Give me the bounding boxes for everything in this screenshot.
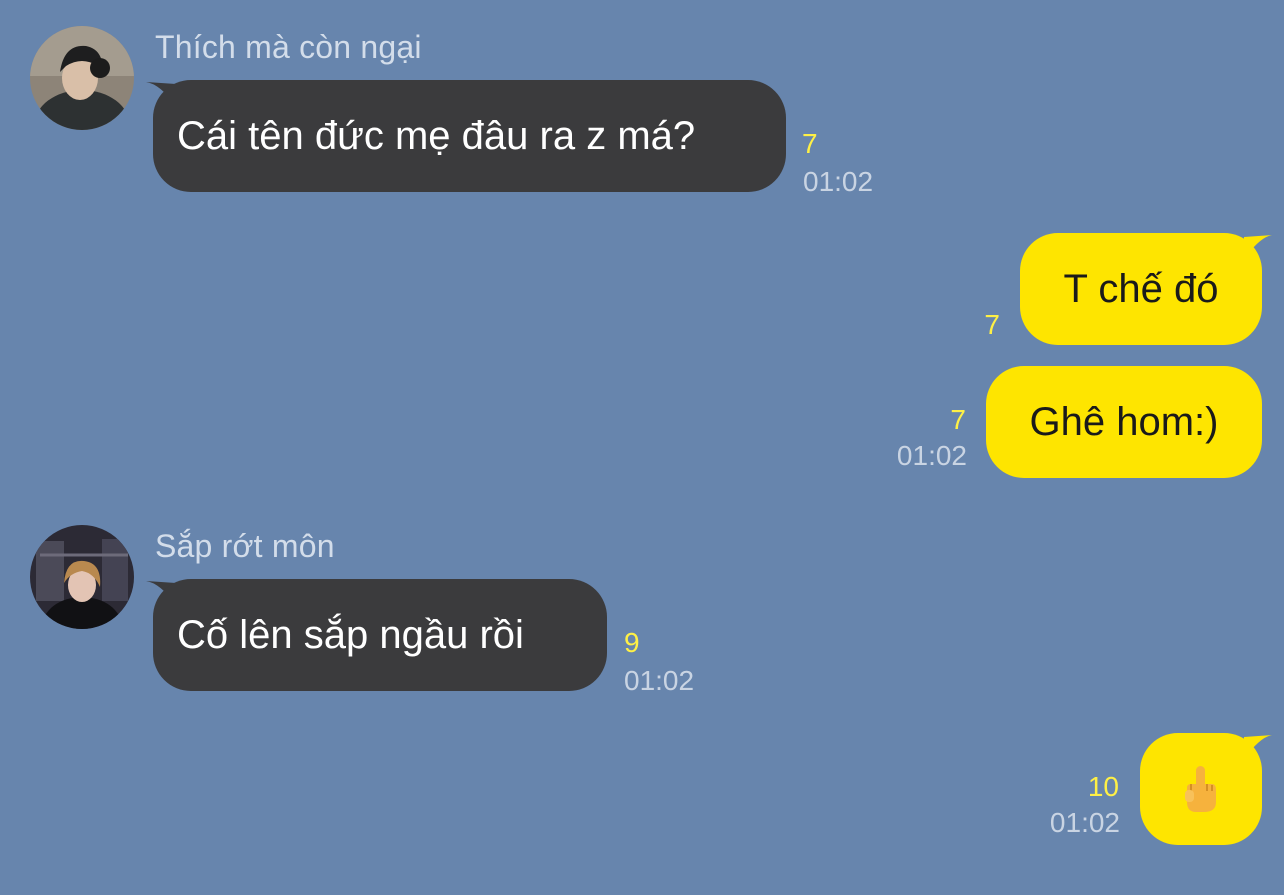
unread-count: 7 [802,128,818,159]
message-time: 01:02 [1049,807,1120,838]
unread-count: 9 [624,627,640,658]
message-text: Ghê hom:) [1029,399,1219,444]
message-text: Cái tên đức mẹ đâu ra z má? [177,113,696,158]
message-bubble[interactable]: Ghê hom:) [986,366,1262,478]
message-time: 01:02 [803,166,874,197]
middle-finger-emoji-icon [1185,766,1216,812]
avatar[interactable] [30,525,134,629]
message-bubble[interactable]: T chế đó [1020,233,1262,345]
message-text: T chế đó [1063,266,1219,311]
chat-area[interactable]: Thích mà còn ngại Cái tên đức mẹ đâu ra … [0,0,1284,895]
sender-name: Thích mà còn ngại [155,29,422,65]
message-bubble[interactable]: Cố lên sắp ngầu rồi [153,579,607,691]
bubble-tail [1244,235,1272,259]
bubble-tail [1244,735,1272,759]
unread-count: 7 [984,309,1000,340]
message-text: Cố lên sắp ngầu rồi [177,612,524,657]
avatar-photo-icon [30,525,134,629]
message-time: 01:02 [624,665,695,696]
unread-count: 7 [950,404,966,435]
unread-count: 10 [1087,771,1119,802]
avatar[interactable] [30,26,134,130]
message-time: 01:02 [896,440,967,471]
avatar-photo-icon [30,26,134,130]
message-bubble[interactable]: Cái tên đức mẹ đâu ra z má? [153,80,786,192]
sender-name: Sắp rớt môn [155,528,335,564]
